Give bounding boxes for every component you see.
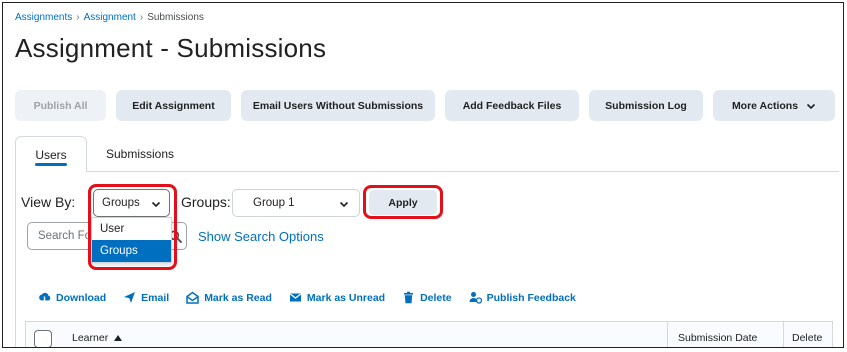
cloud-download-icon	[39, 292, 51, 304]
active-tab-indicator	[35, 163, 67, 166]
edit-assignment-button[interactable]: Edit Assignment	[116, 90, 231, 121]
column-divider	[667, 322, 668, 347]
view-by-value: Groups	[102, 197, 140, 209]
groups-select[interactable]: Group 1	[232, 189, 360, 217]
download-label: Download	[56, 291, 107, 304]
download-action[interactable]: Download	[38, 291, 106, 304]
mark-as-unread-action[interactable]: Mark as Unread	[289, 291, 385, 304]
view-by-dropdown-menu: User Groups	[91, 217, 172, 263]
breadcrumb-assignments[interactable]: Assignments	[15, 12, 72, 23]
envelope-open-icon	[186, 291, 199, 304]
delete-label: Delete	[420, 291, 452, 304]
email-action[interactable]: Email	[123, 291, 169, 304]
mark-as-read-action[interactable]: Mark as Read	[186, 291, 272, 304]
view-by-label: View By:	[21, 194, 76, 210]
bulk-actions-bar: Download Email Mark as Read Mark as Unre…	[38, 291, 593, 304]
view-by-select[interactable]: Groups	[93, 189, 170, 217]
submissions-table-header: Learner Submission Date Delete	[25, 321, 833, 347]
select-all-checkbox[interactable]	[34, 330, 52, 347]
mark-as-read-label: Mark as Read	[204, 291, 272, 304]
breadcrumb-separator-icon: ›	[139, 12, 144, 23]
submission-log-button[interactable]: Submission Log	[589, 90, 703, 121]
more-actions-label: More Actions	[731, 99, 799, 112]
app-frame: Assignments › Assignment › Submissions A…	[2, 2, 844, 348]
view-by-option-groups[interactable]: Groups	[92, 240, 171, 262]
send-icon	[124, 292, 136, 303]
delete-column-header: Delete	[792, 332, 823, 344]
breadcrumb: Assignments › Assignment › Submissions	[15, 12, 204, 23]
delete-action[interactable]: Delete	[402, 291, 452, 304]
apply-button[interactable]: Apply	[369, 190, 437, 215]
breadcrumb-separator-icon: ›	[76, 12, 80, 23]
tab-submissions[interactable]: Submissions	[95, 136, 185, 172]
publish-feedback-icon	[469, 292, 482, 304]
groups-value: Group 1	[253, 197, 295, 209]
column-divider	[783, 322, 784, 347]
breadcrumb-assignment[interactable]: Assignment	[84, 12, 136, 23]
mark-as-unread-label: Mark as Unread	[306, 291, 386, 304]
tab-users[interactable]: Users	[15, 136, 87, 172]
envelope-icon	[289, 293, 301, 302]
learner-column-label: Learner	[72, 332, 109, 344]
toolbar: Publish All Edit Assignment Email Users …	[15, 90, 835, 121]
publish-all-button[interactable]: Publish All	[15, 90, 106, 121]
tab-submissions-label: Submissions	[105, 147, 175, 161]
add-feedback-files-button[interactable]: Add Feedback Files	[445, 90, 579, 121]
search-placeholder: Search For	[38, 230, 95, 242]
publish-feedback-action[interactable]: Publish Feedback	[469, 291, 576, 304]
chevron-down-icon	[806, 103, 816, 109]
publish-feedback-label: Publish Feedback	[486, 291, 576, 304]
page-title: Assignment - Submissions	[15, 33, 327, 63]
groups-label: Groups:	[181, 194, 231, 210]
show-search-options-link[interactable]: Show Search Options	[198, 229, 324, 244]
more-actions-button[interactable]: More Actions	[713, 90, 835, 121]
view-by-option-user[interactable]: User	[92, 218, 171, 240]
email-label: Email	[141, 291, 170, 304]
trash-icon	[404, 291, 414, 304]
breadcrumb-current: Submissions	[147, 12, 204, 23]
learner-column-header[interactable]: Learner	[72, 332, 123, 344]
chevron-down-icon	[151, 201, 161, 208]
sort-ascending-icon	[114, 335, 123, 341]
submission-date-column-header[interactable]: Submission Date	[678, 332, 757, 344]
email-users-button[interactable]: Email Users Without Submissions	[241, 90, 435, 121]
tab-users-label: Users	[35, 147, 67, 162]
chevron-down-icon	[339, 201, 349, 208]
tab-bar: Users Submissions	[15, 136, 829, 172]
